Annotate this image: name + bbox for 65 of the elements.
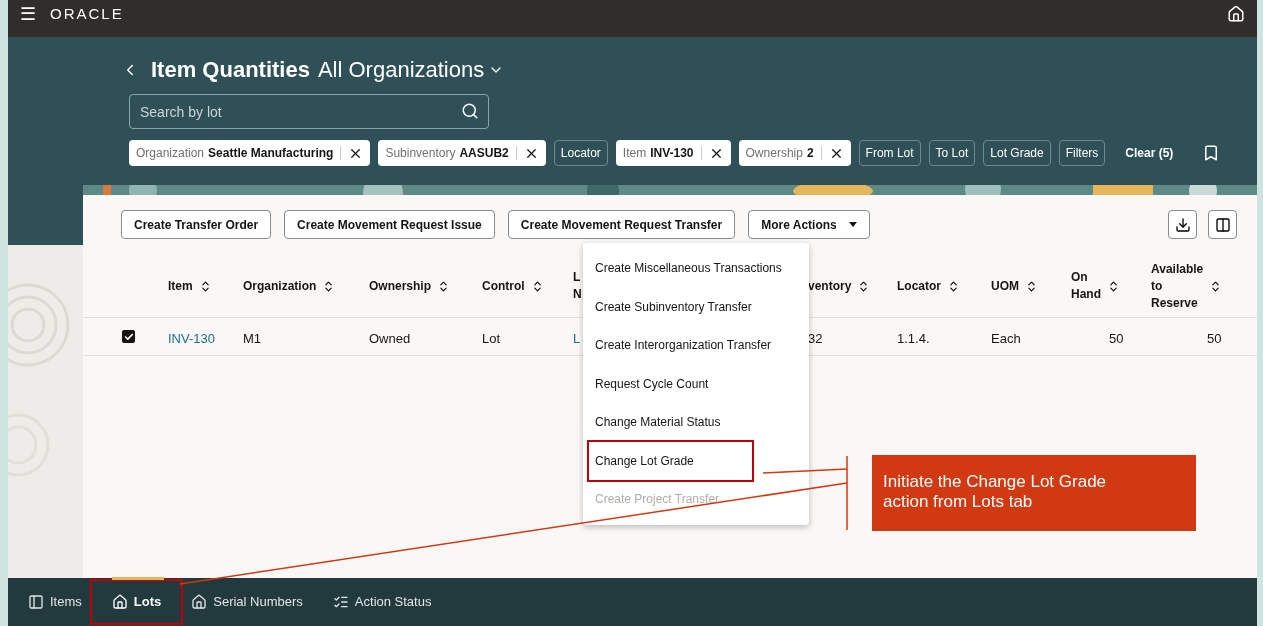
column-header[interactable]: Organization (243, 277, 317, 295)
filter-button[interactable]: Locator (553, 140, 608, 166)
filter-button[interactable]: Lot Grade (983, 140, 1051, 166)
row-checkbox[interactable] (122, 330, 135, 343)
bookmark-icon[interactable] (1202, 144, 1220, 162)
column-header[interactable]: Control (482, 277, 525, 295)
table-cell-text: M1 (243, 330, 262, 348)
column-header[interactable]: Available to Reserve (1151, 260, 1204, 312)
sort-icon[interactable] (947, 279, 960, 293)
filter-button[interactable]: From Lot (858, 140, 921, 166)
column-header[interactable]: L N (573, 269, 582, 303)
bottom-tab[interactable]: Items (26, 581, 84, 623)
action-button[interactable]: Create Movement Request Issue (284, 210, 495, 239)
filter-button[interactable]: Filters (1058, 140, 1106, 166)
table-cell-text: 50 (1207, 330, 1222, 348)
house-icon (111, 594, 128, 610)
item-link[interactable]: INV-130 (168, 329, 215, 349)
action-button[interactable]: Create Movement Request Transfer (507, 210, 736, 239)
column-header[interactable]: On Hand (1071, 269, 1101, 303)
search-field[interactable]: Search by lot (129, 94, 489, 129)
house-icon (191, 594, 208, 610)
columns-button[interactable] (1208, 210, 1237, 239)
table-cell-text: 1.1.4. (897, 330, 930, 348)
menu-item[interactable]: Change Material Status (589, 403, 752, 442)
clear-button[interactable]: Clear (5) (1125, 144, 1174, 162)
column-header[interactable]: Item (168, 277, 193, 295)
filter-button[interactable]: To Lot (928, 140, 976, 166)
sort-icon[interactable] (437, 279, 450, 293)
page-title: Item Quantities (151, 56, 310, 84)
table-cell-text: Lot (482, 330, 501, 348)
column-header[interactable]: Ownership (369, 277, 431, 295)
organization-selector[interactable]: All Organizations (317, 53, 505, 86)
menu-item[interactable]: Create Subinventory Transfer (589, 287, 758, 326)
menu-item[interactable]: Request Cycle Count (589, 364, 752, 403)
sort-icon[interactable] (1025, 279, 1038, 293)
download-icon (1174, 216, 1191, 233)
item-link[interactable]: L (573, 329, 581, 349)
callout-box: Initiate the Change Lot Grade action from Lots tab (872, 455, 1196, 531)
columns-icon (1214, 216, 1231, 233)
table-cell-text: 32 (808, 330, 823, 348)
download-button[interactable] (1168, 210, 1197, 239)
panel-icon (28, 594, 44, 610)
bottom-tab[interactable]: Action Status (330, 581, 434, 623)
search-icon[interactable] (461, 102, 479, 120)
menu-item[interactable]: Change Lot Grade (589, 441, 752, 480)
checklist-icon (332, 594, 349, 610)
filter-chip[interactable]: Item INV-130 (615, 140, 731, 166)
table-cell-text: Owned (369, 330, 411, 348)
sort-icon[interactable] (1107, 279, 1120, 293)
column-header[interactable]: ventory (808, 277, 852, 295)
filter-chip[interactable]: Subinventory AASUB2 (378, 140, 546, 166)
home-icon[interactable] (1227, 5, 1245, 23)
column-header[interactable]: Locator (897, 277, 941, 295)
column-header[interactable]: UOM (991, 277, 1019, 295)
filter-chip[interactable]: Ownership 2 (738, 140, 851, 166)
table-cell-text: 50 (1109, 330, 1124, 348)
menu-item[interactable]: Create Interorganization Transfer (589, 326, 778, 365)
filter-chip[interactable]: Organization Seattle Manufacturing (129, 140, 371, 166)
menu-icon[interactable]: ☰ (20, 5, 36, 23)
more-actions-button[interactable]: More Actions (748, 210, 870, 239)
bottom-tab[interactable]: Serial Numbers (189, 581, 305, 623)
table-cell-text: Each (991, 330, 1021, 348)
action-button[interactable]: Create Transfer Order (121, 210, 272, 239)
menu-item[interactable]: Create Miscellaneous Transactions (589, 249, 788, 288)
logo: ORACLE (50, 5, 124, 23)
